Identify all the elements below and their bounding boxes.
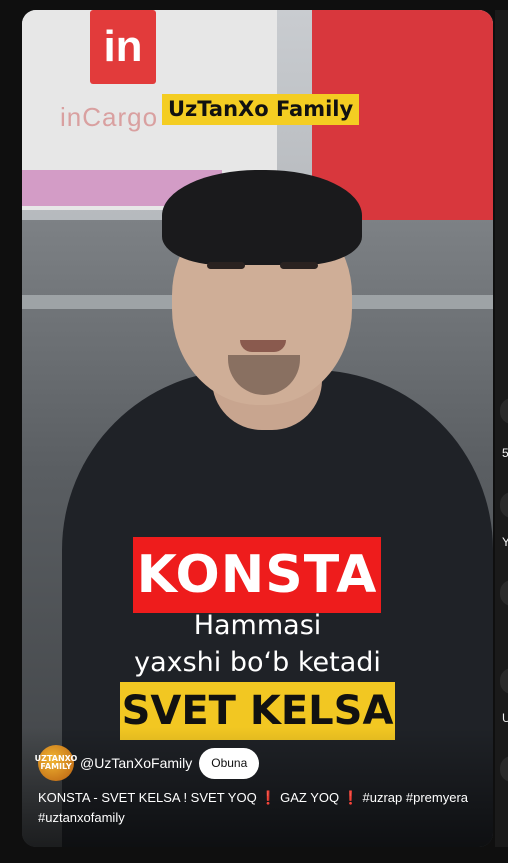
- hashtag-link[interactable]: #uzrap: [363, 790, 403, 805]
- description-text-1: KONSTA - SVET KELSA ! SVET YOQ: [38, 790, 261, 805]
- video-description[interactable]: KONSTA - SVET KELSA ! SVET YOQ ❗ GAZ YOQ…: [38, 788, 483, 828]
- subscribe-button[interactable]: Obuna: [199, 747, 260, 779]
- hashtag-link[interactable]: #premyera: [406, 790, 468, 805]
- billboard-logo: in: [90, 10, 156, 84]
- hashtag-link[interactable]: #uztanxofamily: [38, 810, 125, 825]
- overlay-title-red: KONSTA: [133, 537, 381, 613]
- overlay-subtitle-line2: yaxshi bo‘b ketadi: [134, 647, 381, 678]
- side-action-label: Y: [502, 535, 508, 549]
- overlay-brand-tag: UzTanXo Family: [162, 94, 360, 125]
- channel-avatar[interactable]: UZTANXO FAMILY: [35, 745, 77, 781]
- shorts-video-player[interactable]: in inCargo UzTanXo Family KONSTA Hammasi…: [22, 10, 493, 847]
- overlay-subtitle-line1: Hammasi: [193, 610, 322, 641]
- person-mouth: [240, 340, 286, 352]
- person-brow-left: [207, 262, 245, 269]
- channel-row: UZTANXO FAMILY @UzTanXoFamily Obuna: [35, 745, 260, 781]
- side-action-count: 5: [502, 446, 508, 460]
- person-hair: [162, 170, 362, 265]
- person-brow-right: [280, 262, 318, 269]
- channel-handle[interactable]: @UzTanXoFamily: [80, 755, 192, 771]
- exclamation-icon: ❗: [260, 790, 277, 805]
- side-action-label: U: [502, 711, 508, 725]
- description-text-2: GAZ YOQ: [276, 790, 343, 805]
- billboard-text: inCargo: [60, 102, 159, 132]
- exclamation-icon: ❗: [342, 790, 359, 805]
